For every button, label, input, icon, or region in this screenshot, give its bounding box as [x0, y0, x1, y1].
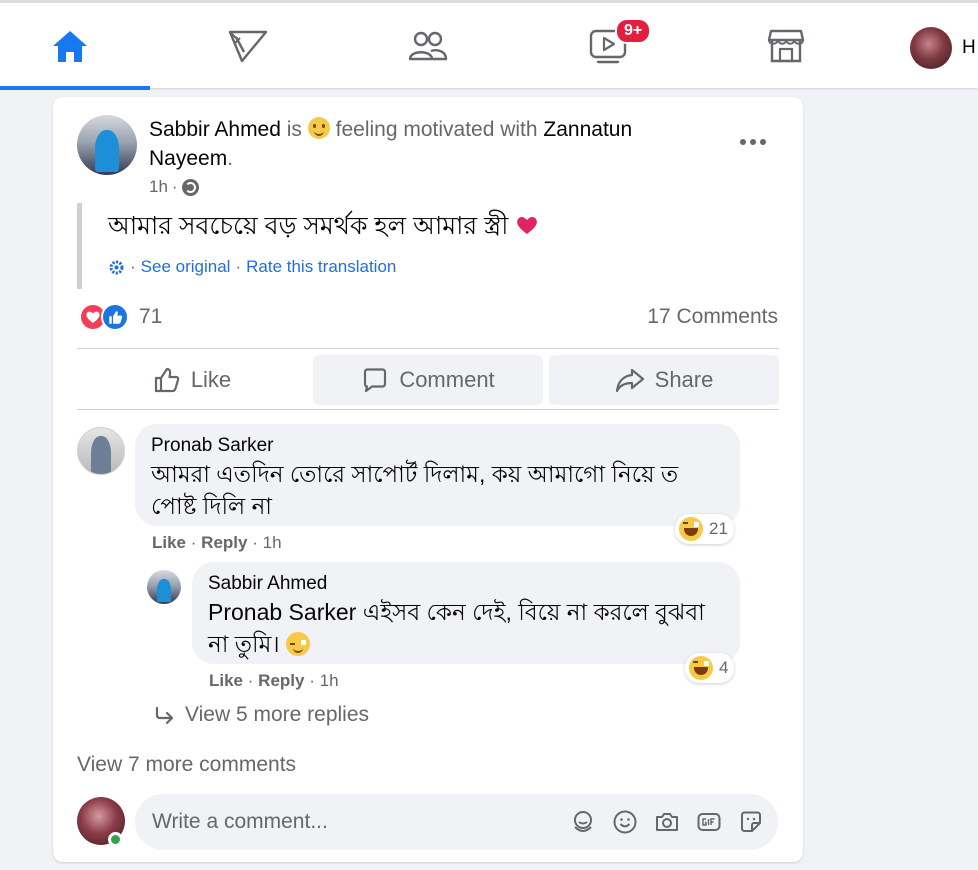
profile-avatar [910, 27, 952, 69]
post-header: Sabbir Ahmed is feeling motivated with Z… [149, 115, 709, 173]
comment-label: Comment [399, 367, 495, 392]
commenter-avatar[interactable] [77, 427, 125, 475]
composer-tools [570, 809, 764, 835]
comment-input[interactable]: Write a comment... [152, 810, 570, 834]
comments-count-link[interactable]: 17 Comments [647, 305, 778, 329]
rate-translation-link[interactable]: Rate this translation [246, 257, 396, 277]
reaction-count: 71 [139, 305, 163, 328]
comment-author[interactable]: Pronab Sarker [151, 434, 724, 458]
gear-icon [109, 260, 124, 274]
reply-reaction-count: 4 [719, 658, 729, 677]
comment-reply-link[interactable]: Reply [201, 533, 247, 552]
online-status-indicator [108, 832, 123, 847]
nav-pages[interactable] [178, 13, 318, 79]
comment-like-link[interactable]: Like [152, 533, 186, 552]
haha-reaction-icon [679, 517, 703, 541]
like-reaction-icon [101, 303, 129, 331]
globe-icon [181, 178, 199, 196]
reply-reaction-pill[interactable]: 4 [685, 653, 735, 683]
relieved-emoji-icon [286, 632, 311, 656]
haha-reaction-icon [689, 656, 713, 680]
translated-content: আমার সবচেয়ে বড় সমর্থক হল আমার স্ত্রী ·… [77, 203, 717, 289]
top-navigation: 9+ H [0, 0, 978, 90]
comment-time[interactable]: 1h [263, 533, 282, 552]
like-button[interactable]: Like [77, 355, 307, 405]
reply-author-avatar[interactable] [147, 570, 181, 604]
marketplace-icon [767, 29, 805, 63]
share-label: Share [654, 367, 714, 392]
flag-icon [228, 30, 268, 63]
action-separator: · [252, 533, 258, 552]
action-separator: · [190, 533, 197, 552]
view-more-replies-label: View 5 more replies [185, 703, 370, 726]
reply-arrow-icon [155, 706, 174, 724]
action-separator: · [247, 671, 254, 690]
nav-groups[interactable] [358, 13, 498, 79]
divider [77, 409, 779, 410]
post-options-button[interactable] [733, 127, 773, 157]
post-author-name[interactable]: Sabbir Ahmed [149, 118, 281, 141]
comment-actions: Like · Reply · 1h [152, 533, 282, 553]
post-body-text: আমার সবচেয়ে বড় সমর্থক হল আমার স্ত্রী [108, 212, 509, 240]
gif-icon[interactable] [696, 809, 722, 835]
reply-bubble: Sabbir Ahmed Pronab Sarker এইসব কেন দেই,… [192, 562, 740, 664]
active-tab-indicator [0, 86, 150, 90]
divider [77, 348, 779, 349]
emoji-icon[interactable] [612, 809, 638, 835]
profile-name-initial: H [962, 37, 976, 58]
view-more-comments[interactable]: View 7 more comments [77, 753, 296, 777]
comment-button[interactable]: Comment [313, 355, 543, 405]
reply-actions: Like · Reply · 1h [209, 671, 339, 691]
post-is-text: is [286, 118, 302, 141]
like-label: Like [190, 367, 232, 392]
nav-watch[interactable] [538, 13, 678, 79]
like-icon [154, 367, 180, 393]
post-action-bar: Like Comment Share [77, 355, 779, 405]
comment-text: আমরা এতদিন তোরে সাপোর্ট দিলাম, কয় আমাগো… [151, 461, 679, 519]
link-separator: · [235, 257, 242, 276]
post-feeling-text: feeling motivated with [335, 118, 538, 141]
view-more-replies[interactable]: View 5 more replies [153, 703, 369, 727]
reply-mention[interactable]: Pronab Sarker [208, 599, 356, 625]
see-original-link[interactable]: See original [141, 257, 231, 277]
post-period: . [227, 147, 234, 170]
avatar-sticker-icon[interactable] [570, 809, 596, 835]
reply-text: Pronab Sarker এইসব কেন দেই, বিয়ে না করল… [208, 596, 724, 660]
link-separator: · [130, 257, 136, 276]
nav-marketplace[interactable] [716, 13, 856, 79]
camera-icon[interactable] [654, 809, 680, 835]
comment-icon [364, 368, 387, 393]
smile-emoji-icon [307, 117, 330, 139]
home-icon [53, 31, 87, 62]
post-body: আমার সবচেয়ে বড় সমর্থক হল আমার স্ত্রী [108, 209, 717, 243]
comment-bubble: Pronab Sarker আমরা এতদিন তোরে সাপোর্ট দি… [135, 424, 740, 526]
reply-reply-link[interactable]: Reply [258, 671, 304, 690]
reply-author[interactable]: Sabbir Ahmed [208, 572, 724, 596]
more-dots-icon [740, 139, 746, 145]
author-avatar[interactable] [77, 115, 137, 175]
comment-reaction-count: 21 [709, 519, 728, 538]
reply-time[interactable]: 1h [320, 671, 339, 690]
profile-shortcut[interactable]: H [910, 27, 976, 69]
share-button[interactable]: Share [549, 355, 779, 405]
post-meta: 1h · [149, 177, 199, 197]
sticker-icon[interactable] [738, 809, 764, 835]
post-card: Sabbir Ahmed is feeling motivated with Z… [53, 97, 803, 862]
watch-notification-badge: 9+ [615, 18, 652, 44]
nav-home[interactable] [0, 13, 140, 79]
share-icon [615, 368, 644, 393]
post-timestamp[interactable]: 1h [149, 177, 168, 197]
reply-like-link[interactable]: Like [209, 671, 243, 690]
comment-composer[interactable]: Write a comment... [135, 794, 778, 850]
reaction-summary[interactable]: 71 [79, 303, 162, 331]
action-separator: · [309, 671, 315, 690]
heart-emoji-icon [517, 217, 538, 234]
comment-reaction-pill[interactable]: 21 [675, 514, 734, 544]
translation-links: · See original · Rate this translation [108, 257, 717, 289]
groups-icon [408, 31, 448, 61]
meta-separator: · [171, 177, 178, 196]
